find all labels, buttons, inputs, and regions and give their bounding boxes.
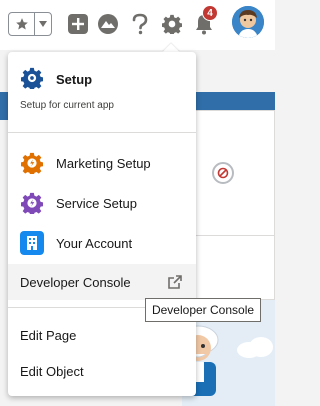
external-link-icon: [168, 275, 182, 289]
developer-console-label: Developer Console: [20, 274, 131, 290]
service-setup-item[interactable]: Service Setup: [8, 185, 196, 221]
edit-page-label: Edit Page: [20, 327, 77, 343]
marketing-setup-label: Marketing Setup: [56, 155, 151, 171]
marketing-gear-icon: [20, 151, 44, 175]
setup-subtitle: Setup for current app: [20, 100, 114, 111]
favorites-list-button[interactable]: [35, 13, 51, 35]
setup-gear-button[interactable]: [160, 12, 184, 36]
service-gear-icon: [20, 191, 44, 215]
developer-console-item[interactable]: Developer Console: [8, 264, 196, 300]
setup-title: Setup: [56, 72, 93, 87]
help-button[interactable]: [128, 12, 152, 36]
your-account-item[interactable]: Your Account: [8, 225, 196, 261]
cloud-illustration: [237, 337, 273, 358]
edit-object-label: Edit Object: [20, 363, 84, 379]
star-icon: [15, 18, 28, 30]
favorites-button-group[interactable]: [8, 12, 52, 36]
trailhead-button[interactable]: [96, 12, 120, 36]
your-account-label: Your Account: [56, 235, 133, 251]
add-icon: [68, 14, 88, 34]
chevron-down-icon: [39, 21, 48, 27]
trailhead-icon: [98, 14, 118, 34]
developer-console-tooltip: Developer Console: [145, 298, 261, 322]
favorites-star-button[interactable]: [9, 13, 36, 35]
gear-icon: [162, 14, 182, 34]
setup-gear-icon: [20, 66, 44, 90]
service-setup-label: Service Setup: [56, 195, 137, 211]
global-header: 4: [0, 0, 275, 50]
global-actions-button[interactable]: [66, 12, 90, 36]
notification-count-badge: 4: [202, 5, 218, 21]
setup-menu: Setup Setup for current app Marketing Se…: [8, 52, 196, 396]
help-icon: [132, 13, 148, 35]
edit-object-item[interactable]: Edit Object: [8, 353, 196, 389]
user-avatar-icon: [232, 6, 264, 38]
building-icon: [20, 231, 44, 255]
restricted-icon[interactable]: [212, 162, 234, 184]
edit-page-item[interactable]: Edit Page: [8, 317, 196, 353]
marketing-setup-item[interactable]: Marketing Setup: [8, 145, 196, 181]
setup-header-item[interactable]: Setup Setup for current app: [8, 62, 196, 111]
menu-divider: [8, 132, 196, 133]
avatar[interactable]: [232, 6, 264, 38]
